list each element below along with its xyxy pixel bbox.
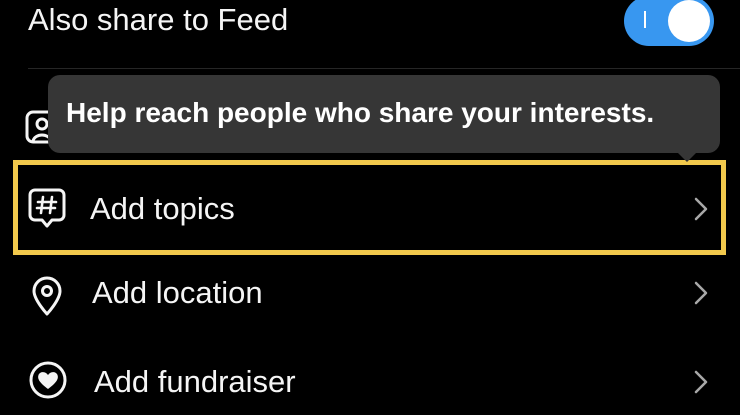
share-to-feed-toggle[interactable]	[624, 0, 714, 46]
fundraiser-heart-icon	[29, 361, 67, 399]
tooltip: Help reach people who share your interes…	[48, 75, 720, 153]
chevron-right-icon	[694, 370, 708, 394]
highlight-frame	[13, 160, 726, 255]
menu-item-add-fundraiser[interactable]: Add fundraiser	[0, 340, 740, 415]
tooltip-text: Help reach people who share your interes…	[66, 97, 655, 128]
add-location-label: Add location	[92, 275, 263, 310]
menu-item-add-location[interactable]: Add location	[0, 255, 740, 335]
share-to-feed-row: Also share to Feed	[0, 0, 740, 68]
chevron-right-icon	[694, 281, 708, 305]
divider	[28, 68, 740, 69]
toggle-on-mark	[644, 11, 646, 28]
share-to-feed-label: Also share to Feed	[28, 2, 289, 37]
toggle-knob	[668, 0, 710, 42]
tooltip-pointer	[677, 152, 697, 162]
location-pin-icon	[32, 276, 62, 316]
add-fundraiser-label: Add fundraiser	[94, 364, 296, 399]
